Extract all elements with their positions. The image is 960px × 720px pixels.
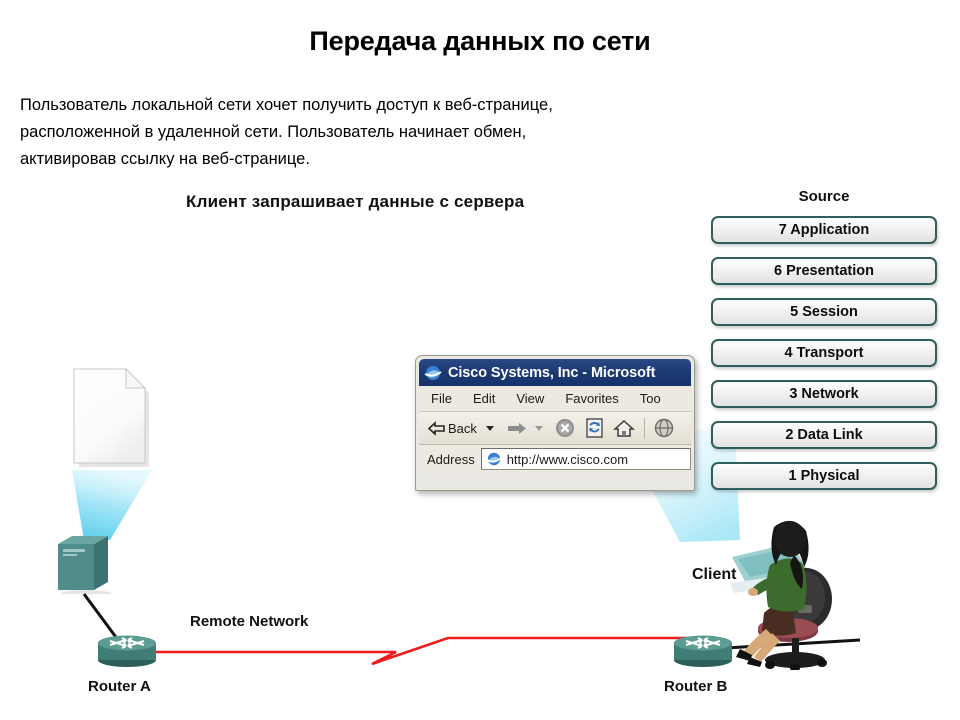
osi-layer-label: 3 Network (789, 386, 859, 402)
address-url-text: http://www.cisco.com (506, 451, 629, 467)
search-globe-icon[interactable] (653, 417, 675, 439)
menu-item-file[interactable]: File (431, 391, 452, 406)
osi-layer-1-physical[interactable]: 1 Physical (711, 462, 937, 490)
refresh-icon[interactable] (584, 417, 605, 439)
router-icon (98, 635, 156, 667)
osi-layer-4-transport[interactable]: 4 Transport (711, 339, 937, 367)
osi-layer-stack: 7 Application 6 Presentation 5 Session 4… (711, 216, 937, 503)
router-b-label: Router B (664, 678, 728, 695)
router-a-label: Router A (88, 678, 151, 695)
osi-layer-3-network[interactable]: 3 Network (711, 380, 937, 408)
osi-layer-label: 4 Transport (784, 345, 864, 361)
osi-layer-5-session[interactable]: 5 Session (711, 298, 937, 326)
osi-layer-7-application[interactable]: 7 Application (711, 216, 937, 244)
home-icon[interactable] (612, 418, 635, 439)
page-title: Передача данных по сети (309, 26, 651, 56)
osi-layer-label: 2 Data Link (785, 427, 863, 443)
client-label: Client (692, 566, 737, 583)
remote-network-label: Remote Network (190, 613, 309, 630)
document-page-icon (73, 368, 149, 467)
internet-explorer-icon (486, 452, 502, 466)
toolbar-separator (643, 418, 645, 438)
osi-layer-label: 6 Presentation (774, 263, 874, 279)
browser-titlebar: Cisco Systems, Inc - Microsoft (419, 359, 691, 386)
intro-line-2: расположенной в удаленной сети. Пользова… (20, 123, 527, 141)
remote-network-link (156, 636, 702, 666)
back-button[interactable]: Back (427, 421, 477, 436)
osi-source-label: Source (798, 188, 850, 205)
back-arrow-icon (427, 420, 445, 436)
browser-toolbar: Back (419, 412, 691, 445)
menu-item-favorites[interactable]: Favorites (565, 391, 618, 406)
osi-layer-label: 1 Physical (788, 468, 860, 484)
diagram-caption: Клиент запрашивает данные с сервера (186, 192, 525, 211)
menu-item-edit[interactable]: Edit (473, 391, 495, 406)
intro-line-3: активировав ссылку на веб-странице. (20, 150, 310, 168)
menu-item-tools[interactable]: Too (640, 391, 661, 406)
intro-paragraph: Пользователь локальной сети хочет получи… (20, 92, 712, 173)
server-tower-icon (58, 536, 112, 594)
menu-item-view[interactable]: View (516, 391, 544, 406)
osi-layer-label: 7 Application (778, 222, 870, 238)
router-icon (674, 635, 732, 667)
stop-icon[interactable] (554, 417, 576, 439)
osi-layer-6-presentation[interactable]: 6 Presentation (711, 257, 937, 285)
browser-addressbar: Address http://www.cisco.com (419, 445, 691, 473)
intro-line-1: Пользователь локальной сети хочет получи… (20, 96, 553, 114)
osi-layer-label: 5 Session (790, 304, 858, 320)
internet-explorer-icon (424, 365, 442, 380)
chevron-down-icon[interactable] (533, 422, 545, 434)
back-button-label: Back (448, 420, 477, 436)
chevron-down-icon[interactable] (484, 422, 496, 434)
forward-arrow-icon[interactable] (506, 421, 528, 436)
address-label: Address (427, 451, 475, 467)
browser-menubar: File Edit View Favorites Too (419, 386, 691, 412)
address-input[interactable]: http://www.cisco.com (480, 448, 691, 470)
browser-window[interactable]: Cisco Systems, Inc - Microsoft File Edit… (415, 355, 695, 491)
osi-layer-2-data-link[interactable]: 2 Data Link (711, 421, 937, 449)
client-workstation-icon (730, 520, 832, 670)
browser-title-text: Cisco Systems, Inc - Microsoft (448, 364, 656, 381)
